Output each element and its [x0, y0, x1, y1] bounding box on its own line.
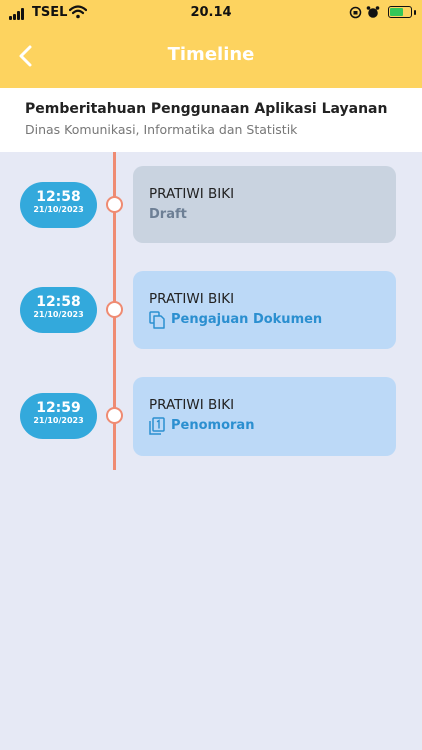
timeline-entry: 12:58 21/10/2023 PRATIWI BIKI Draft: [0, 166, 422, 246]
alarm-icon: [366, 6, 380, 18]
entry-name: PRATIWI BIKI: [149, 291, 235, 307]
entry-time: 12:59: [36, 400, 81, 416]
service-info: Pemberitahuan Penggunaan Aplikasi Layana…: [0, 88, 422, 152]
entry-status: Pengajuan Dokumen: [171, 312, 323, 327]
timeline-entry: 12:59 21/10/2023 PRATIWI BIKI Penomoran: [0, 377, 422, 457]
timeline-node: [106, 301, 123, 318]
app-header: TSEL 20.14 Timeline: [0, 0, 422, 88]
timestamp-bubble: 12:59 21/10/2023: [20, 393, 97, 439]
entry-status: Penomoran: [171, 418, 255, 433]
entry-time: 12:58: [36, 294, 81, 310]
numbered-document-icon: [149, 417, 165, 435]
page-title: Timeline: [167, 44, 255, 65]
entry-date: 21/10/2023: [33, 310, 84, 319]
timeline-card[interactable]: PRATIWI BIKI Draft: [133, 166, 396, 243]
entry-status: Draft: [149, 207, 187, 222]
copy-document-icon: [149, 311, 165, 329]
entry-name: PRATIWI BIKI: [149, 186, 235, 202]
status-bar: TSEL 20.14: [0, 0, 422, 26]
battery-cap: [414, 10, 416, 15]
battery-icon: [388, 6, 412, 18]
service-title: Pemberitahuan Penggunaan Aplikasi Layana…: [25, 101, 388, 117]
orientation-lock-icon: [349, 6, 362, 19]
timeline-card[interactable]: PRATIWI BIKI Penomoran: [133, 377, 396, 456]
entry-date: 21/10/2023: [33, 205, 84, 214]
timeline-node: [106, 196, 123, 213]
entry-name: PRATIWI BIKI: [149, 397, 235, 413]
entry-time: 12:58: [36, 189, 81, 205]
service-subtitle: Dinas Komunikasi, Informatika dan Statis…: [25, 122, 298, 137]
timestamp-bubble: 12:58 21/10/2023: [20, 182, 97, 228]
timestamp-bubble: 12:58 21/10/2023: [20, 287, 97, 333]
entry-date: 21/10/2023: [33, 416, 84, 425]
timeline-card[interactable]: PRATIWI BIKI Pengajuan Dokumen: [133, 271, 396, 349]
timeline-node: [106, 407, 123, 424]
timeline-entry: 12:58 21/10/2023 PRATIWI BIKI Pengajuan …: [0, 271, 422, 351]
